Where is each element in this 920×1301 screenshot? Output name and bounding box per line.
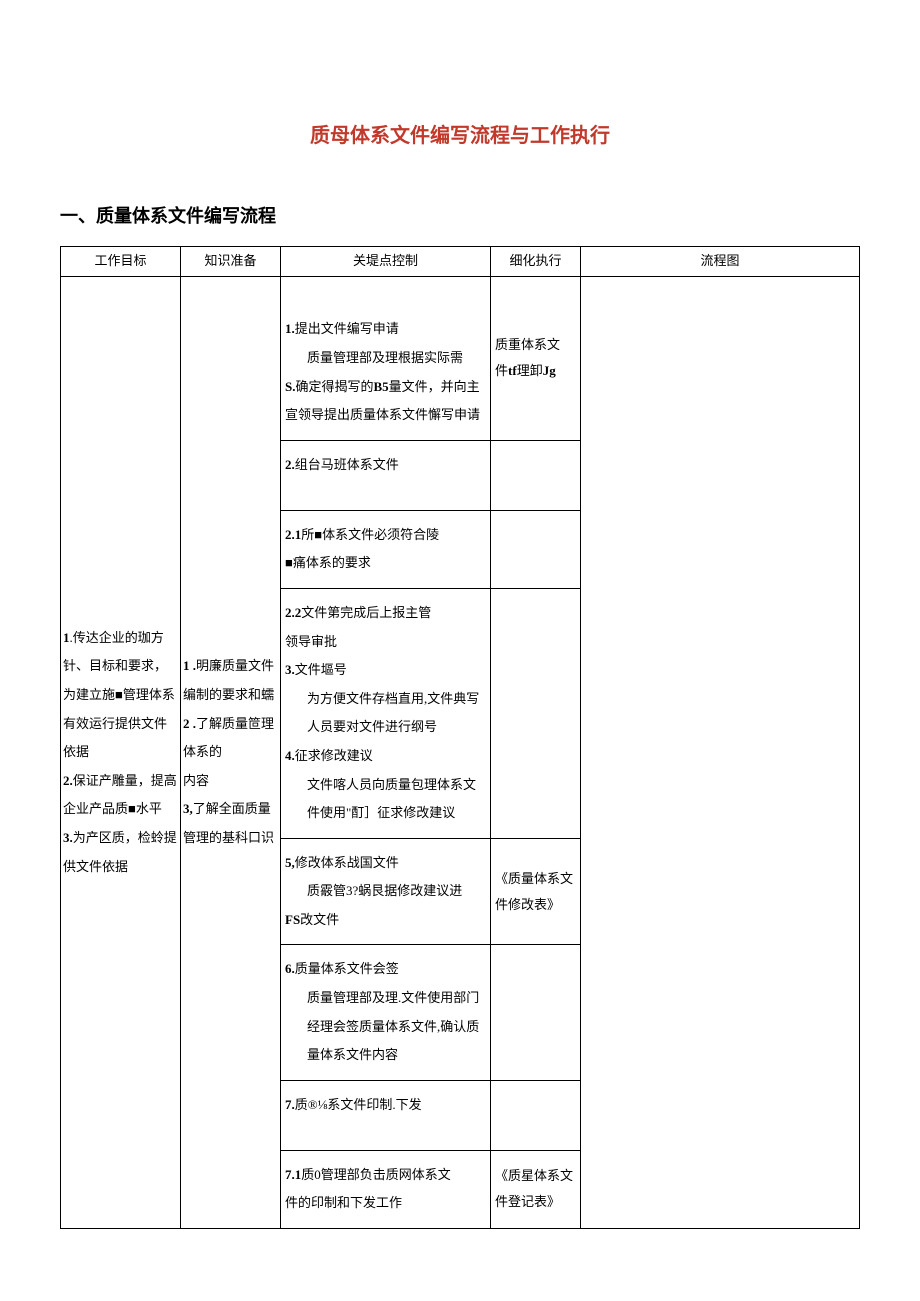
- know-3-lead: 3,: [183, 801, 193, 816]
- kp5-body1: 质霰管3?蜗艮据修改建议进: [285, 877, 462, 906]
- kp1-body1: 质量管理部及理根据实际需: [285, 344, 463, 373]
- kp22-text: 文件第完成后上报主管: [301, 605, 431, 620]
- kp1-body2-b: B5: [374, 379, 389, 394]
- kp2-lead: 2.: [285, 457, 295, 472]
- kp1-body2: 确定得揭写的: [295, 379, 373, 394]
- kp21-text: 所■体系文件必须符合陵: [301, 527, 439, 542]
- cell-flow: [581, 276, 860, 1228]
- goal-3-text: 为产区质，检蛉提供文件依据: [63, 830, 177, 874]
- kp1-lead: 1.: [285, 321, 295, 336]
- header-goal: 工作目标: [61, 246, 181, 276]
- kp22-text2: 领导审批: [285, 634, 337, 649]
- kp1-body2-lead: S.: [285, 379, 295, 394]
- cell-keypoint-1: 1.提出文件编写申请 质量管理部及理根据实际需 S.确定得揭写的B5量文件，并向…: [281, 276, 491, 440]
- kp6-title: 质量体系文件会签: [295, 961, 399, 976]
- know-1-text: 明廉质量文件编制的要求和蠕: [183, 658, 274, 702]
- kp6-body: 质量管理部及理.文件使用部门经理会签质量体系文件,确认质量体系文件内容: [285, 984, 486, 1070]
- kp5-body2: 改文件: [300, 912, 339, 927]
- page-title: 质母体系文件编写流程与工作执行: [60, 120, 860, 152]
- process-table: 工作目标 知识准备 关堤点控制 细化执行 流程图 1.传达企业的珈方针、目标和要…: [60, 246, 860, 1229]
- goal-1-text: .传达企业的珈方针、目标和要求，为建立施■管理体系有效运行提供文件依据: [63, 630, 175, 759]
- cell-detail-2: [491, 440, 581, 510]
- cell-detail-1: 质重体系文 件tf理卸Jg: [491, 276, 581, 440]
- know-2-text: 了解质量笸理体系的: [183, 716, 274, 760]
- kp4-body: 文件喀人员向质量包理体系文件使用"酊］征求修改建议: [285, 771, 486, 828]
- cell-detail-21: [491, 510, 581, 588]
- cell-keypoint-71: 7.1质0管理部负击质网体系文 件的印制和下发工作: [281, 1150, 491, 1228]
- kp7-title: 质®⅛系文件印制.下发: [295, 1097, 422, 1112]
- kp6-lead: 6.: [285, 961, 295, 976]
- cell-goal: 1.传达企业的珈方针、目标和要求，为建立施■管理体系有效运行提供文件依据 2.保…: [61, 276, 181, 1228]
- table-row: 1.传达企业的珈方针、目标和要求，为建立施■管理体系有效运行提供文件依据 2.保…: [61, 276, 860, 440]
- know-2-lead: 2 .: [183, 716, 196, 731]
- detail-1b-bold: tf: [508, 363, 517, 378]
- detail-1b-bold2: Jg: [543, 363, 556, 378]
- detail-5: 《质量体系文件修改表》: [495, 871, 573, 912]
- kp4-title: 征求修改建议: [295, 748, 373, 763]
- cell-knowledge: 1 .明廉质量文件编制的要求和蠕 2 .了解质量笸理体系的 内容 3,了解全面质…: [181, 276, 281, 1228]
- cell-keypoint-22-3-4: 2.2文件第完成后上报主管 领导审批 3.文件塸号 为方便文件存档直用,文件典写…: [281, 588, 491, 838]
- kp5-body2-lead: FS: [285, 912, 300, 927]
- cell-keypoint-6: 6.质量体系文件会签 质量管理部及理.文件使用部门经理会签质量体系文件,确认质量…: [281, 945, 491, 1080]
- header-knowledge: 知识准备: [181, 246, 281, 276]
- kp21-text2: ■痛体系的要求: [285, 555, 371, 570]
- kp3-title: 文件塸号: [295, 662, 347, 677]
- goal-3-lead: 3.: [63, 830, 73, 845]
- know-2-text2: 内容: [183, 773, 209, 788]
- kp71-text: 质0管理部负击质网体系文: [301, 1167, 451, 1182]
- goal-2-lead: 2.: [63, 773, 73, 788]
- kp3-body: 为方便文件存档直用,文件典写人员要对文件进行纲号: [285, 685, 486, 742]
- kp22-lead: 2.2: [285, 605, 301, 620]
- detail-1b: 件: [495, 363, 508, 378]
- kp21-lead: 2.1: [285, 527, 301, 542]
- table-header-row: 工作目标 知识准备 关堤点控制 细化执行 流程图: [61, 246, 860, 276]
- cell-keypoint-5: 5,修改体系战国文件 质霰管3?蜗艮据修改建议进 FS改文件: [281, 838, 491, 945]
- kp1-title: 提出文件编写申请: [295, 321, 399, 336]
- detail-71: 《质星体系文件登记表》: [495, 1168, 573, 1209]
- kp4-lead: 4.: [285, 748, 295, 763]
- kp7-lead: 7.: [285, 1097, 295, 1112]
- cell-detail-22: [491, 588, 581, 838]
- know-3-text: 了解全面质量管理的基科口识: [183, 801, 274, 845]
- cell-detail-7: [491, 1080, 581, 1150]
- kp2-title: 组台马班体系文件: [295, 457, 399, 472]
- header-detail: 细化执行: [491, 246, 581, 276]
- know-1-lead: 1 .: [183, 658, 196, 673]
- header-flow: 流程图: [581, 246, 860, 276]
- cell-detail-6: [491, 945, 581, 1080]
- header-keypoint: 关堤点控制: [281, 246, 491, 276]
- section-heading: 一、质量体系文件编写流程: [60, 202, 860, 231]
- cell-keypoint-21: 2.1所■体系文件必须符合陵 ■痛体系的要求: [281, 510, 491, 588]
- kp71-lead: 7.1: [285, 1167, 301, 1182]
- cell-keypoint-7: 7.质®⅛系文件印制.下发: [281, 1080, 491, 1150]
- cell-keypoint-2: 2.组台马班体系文件: [281, 440, 491, 510]
- detail-1b-tail: 理卸: [517, 363, 543, 378]
- kp71-text2: 件的印制和下发工作: [285, 1195, 402, 1210]
- cell-detail-71: 《质星体系文件登记表》: [491, 1150, 581, 1228]
- kp3-lead: 3.: [285, 662, 295, 677]
- kp5-title: 修改体系战国文件: [295, 855, 399, 870]
- cell-detail-5: 《质量体系文件修改表》: [491, 838, 581, 945]
- kp5-lead: 5,: [285, 855, 295, 870]
- detail-1a: 质重体系文: [495, 337, 560, 352]
- goal-2-text: 保证产雕量，提高企业产品质■水平: [63, 773, 177, 817]
